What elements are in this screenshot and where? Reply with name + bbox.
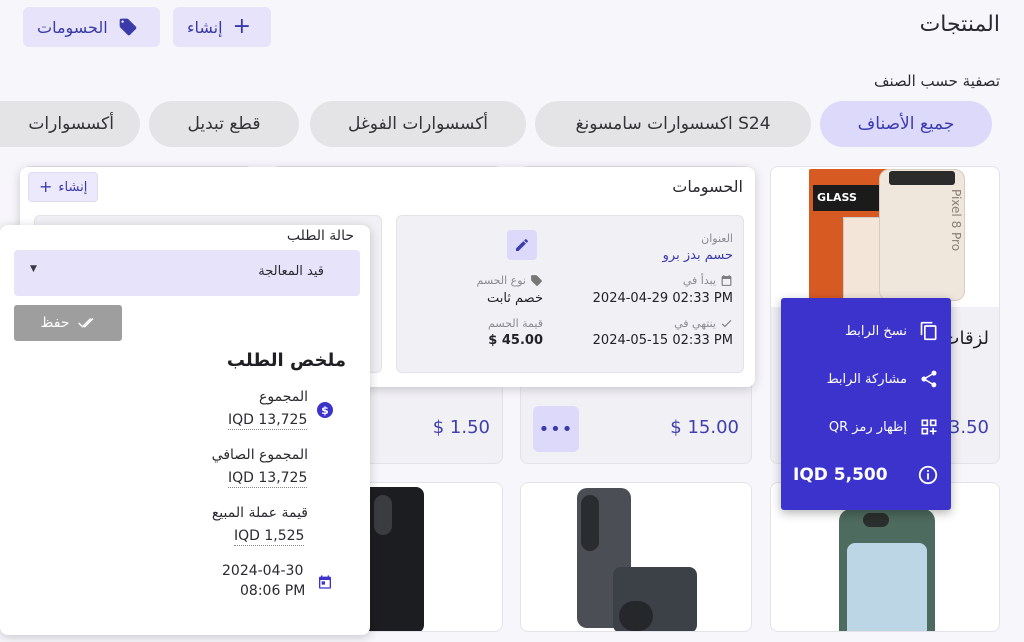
order-total-value: IQD 13,725 <box>228 412 308 430</box>
product-price-iqd: IQD 5,500 <box>793 465 888 485</box>
category-filter-bar: جميع الأصناف اكسسوارات سامسونغ S24 أكسسو… <box>0 101 1000 149</box>
dollar-icon: $ <box>317 402 333 418</box>
product-image <box>521 483 751 631</box>
calendar-icon <box>319 575 331 589</box>
create-button-label: إنشاء <box>187 17 223 37</box>
copy-icon <box>920 321 937 341</box>
chevron-down-icon: ▼ <box>30 264 37 274</box>
plus-icon: + <box>39 177 53 196</box>
product-card[interactable] <box>520 482 752 632</box>
category-chip-all[interactable]: جميع الأصناف <box>820 101 992 147</box>
discounts-button[interactable]: الحسومات <box>23 7 160 47</box>
pencil-icon <box>516 238 528 251</box>
discount-card[interactable]: العنوان حسم بدز برو يبدأ في 2024-04-29 0… <box>396 215 744 373</box>
category-chip-spare-parts[interactable]: قطع تبديل <box>149 101 299 147</box>
discount-create-label: إنشاء <box>58 179 88 195</box>
discount-starts: يبدأ في <box>683 274 733 287</box>
calendar-icon <box>721 275 732 286</box>
discount-amount-label: قيمة الحسم <box>488 317 543 330</box>
double-check-icon <box>77 317 94 328</box>
discount-title-value[interactable]: حسم بدز برو <box>663 248 733 263</box>
discount-title-label: العنوان <box>701 232 733 245</box>
category-chip-samsung-s24[interactable]: اكسسوارات سامسونغ S24 <box>535 101 811 147</box>
copy-link-label: نسخ الرابط <box>844 323 907 339</box>
info-icon <box>918 465 938 485</box>
sale-currency-value: IQD 1,525 <box>234 528 305 546</box>
order-status-label: حالة الطلب <box>286 228 354 244</box>
create-button[interactable]: إنشاء + <box>173 7 271 47</box>
page-title: المنتجات <box>919 12 1000 37</box>
order-date: 2024-04-30 <box>222 563 304 579</box>
more-horizontal-icon: ••• <box>538 418 574 440</box>
tag-icon <box>119 18 137 36</box>
category-chip-accessories[interactable]: أكسسوارات <box>0 101 140 147</box>
order-status-value: قيد المعالجة <box>258 264 324 279</box>
show-qr-menu-item[interactable]: إظهار رمز QR <box>791 412 939 442</box>
show-qr-label: إظهار رمز QR <box>828 419 907 435</box>
order-net-total-value: IQD 13,725 <box>228 470 308 488</box>
share-link-menu-item[interactable]: مشاركة الرابط <box>791 364 939 394</box>
product-image: GLASS Pixel 8 Pro <box>771 167 999 307</box>
order-panel: حالة الطلب قيد المعالجة ▼ حفظ ملخص الطلب… <box>0 225 370 635</box>
plus-icon: + <box>232 14 252 39</box>
discount-amount-value: $ 45.00 <box>488 333 543 348</box>
order-summary-title: ملخص الطلب <box>226 350 346 371</box>
discount-type-label: نوع الحسم <box>476 274 526 287</box>
product-price: 3.50 <box>948 417 989 438</box>
more-options-button[interactable]: ••• <box>533 406 579 452</box>
check-icon <box>721 320 732 328</box>
product-context-menu: نسخ الرابط مشاركة الرابط إظهار رمز QR IQ… <box>781 298 951 510</box>
product-price: $ 15.00 <box>670 417 739 438</box>
discounts-button-label: الحسومات <box>37 17 108 37</box>
discount-starts-label: يبدأ في <box>682 274 716 287</box>
product-price: $ 1.50 <box>432 417 490 438</box>
discount-type-value: خصم ثابت <box>486 291 543 306</box>
tag-icon <box>531 275 542 286</box>
edit-discount-button[interactable] <box>507 230 537 260</box>
copy-link-menu-item[interactable]: نسخ الرابط <box>791 316 939 346</box>
discount-starts-value: 2024-04-29 02:33 PM <box>592 291 733 306</box>
discount-ends: ينتهي في <box>674 317 733 330</box>
share-link-label: مشاركة الرابط <box>826 371 907 387</box>
discount-ends-value: 2024-05-15 02:33 PM <box>592 333 733 348</box>
discount-create-button[interactable]: + إنشاء <box>28 172 99 202</box>
sale-currency-value-label: قيمة عملة المبيع <box>211 505 308 521</box>
save-button[interactable]: حفظ <box>14 305 122 341</box>
order-total-label: المجموع <box>259 389 308 405</box>
discount-type: نوع الحسم <box>477 274 543 287</box>
share-icon <box>921 370 937 388</box>
save-button-label: حفظ <box>40 315 70 331</box>
order-net-total-label: المجموع الصافي <box>211 447 308 463</box>
order-status-select[interactable]: قيد المعالجة ▼ <box>14 250 360 296</box>
product-price-info: IQD 5,500 <box>793 460 939 490</box>
qr-code-icon <box>921 419 937 435</box>
filter-label: تصفية حسب الصنف <box>873 72 1000 90</box>
discounts-panel-title: الحسومات <box>672 177 743 196</box>
discount-ends-label: ينتهي في <box>674 317 716 330</box>
order-time: 08:06 PM <box>240 583 306 599</box>
category-chip-fogel[interactable]: أكسسوارات الفوغل <box>310 101 526 147</box>
